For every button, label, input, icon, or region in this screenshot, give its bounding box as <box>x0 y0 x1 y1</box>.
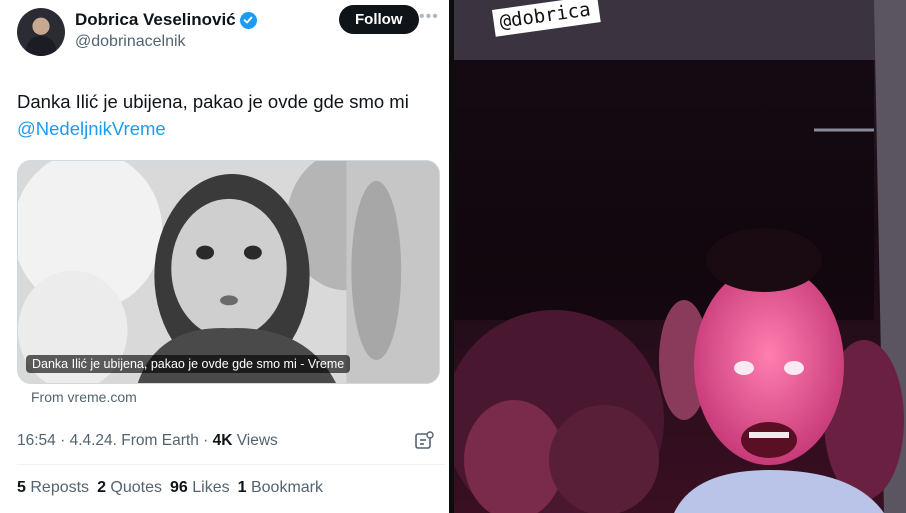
more-horizontal-icon[interactable]: ••• <box>419 8 439 26</box>
likes-stat[interactable]: 96 Likes <box>170 479 230 497</box>
reposts-stat[interactable]: 5 Reposts <box>17 479 89 497</box>
author-name-row: Dobrica Veselinović <box>75 10 257 30</box>
meta-separator: · <box>60 432 70 449</box>
tweet-location: From Earth <box>121 432 199 449</box>
follow-button[interactable]: Follow <box>339 5 419 34</box>
tweet-card: Dobrica Veselinović @dobrinacelnik Follo… <box>17 0 445 513</box>
card-source[interactable]: From vreme.com <box>31 389 137 405</box>
tweet-panel: Dobrica Veselinović @dobrinacelnik Follo… <box>0 0 449 513</box>
tweet-time[interactable]: 16:54 <box>17 432 56 449</box>
preview-photo <box>18 161 439 383</box>
tweet-body: Danka Ilić je ubijena, pakao je ovde gde… <box>17 88 442 142</box>
author-handle[interactable]: @dobrinacelnik <box>75 33 186 51</box>
views-count: 4K <box>212 432 233 449</box>
tweet-date[interactable]: 4.4.24. <box>70 432 117 449</box>
tweet-text: Danka Ilić je ubijena, pakao je ovde gde… <box>17 91 409 112</box>
divider <box>17 464 445 465</box>
display-name[interactable]: Dobrica Veselinović <box>75 10 236 30</box>
tweet-meta: 16:54 · 4.4.24. From Earth · 4K Views <box>17 432 278 450</box>
card-caption: Danka Ilić je ubijena, pakao je ovde gde… <box>26 355 351 373</box>
bookmarks-stat[interactable]: 1 Bookmark <box>238 479 323 497</box>
story-panel: @dobrica <box>454 0 906 513</box>
engagement-stats: 5 Reposts 2 Quotes 96 Likes 1 Bookmark <box>17 479 323 497</box>
meta-separator: · <box>203 432 213 449</box>
mention-link[interactable]: @NedeljnikVreme <box>17 115 442 142</box>
link-preview-card[interactable]: Danka Ilić je ubijena, pakao je ovde gde… <box>17 160 440 384</box>
story-photo <box>454 0 906 513</box>
avatar[interactable] <box>17 8 65 56</box>
analytics-icon[interactable] <box>413 430 435 452</box>
views-label: Views <box>236 432 278 449</box>
verified-badge-icon <box>239 11 257 29</box>
quotes-stat[interactable]: 2 Quotes <box>97 479 162 497</box>
